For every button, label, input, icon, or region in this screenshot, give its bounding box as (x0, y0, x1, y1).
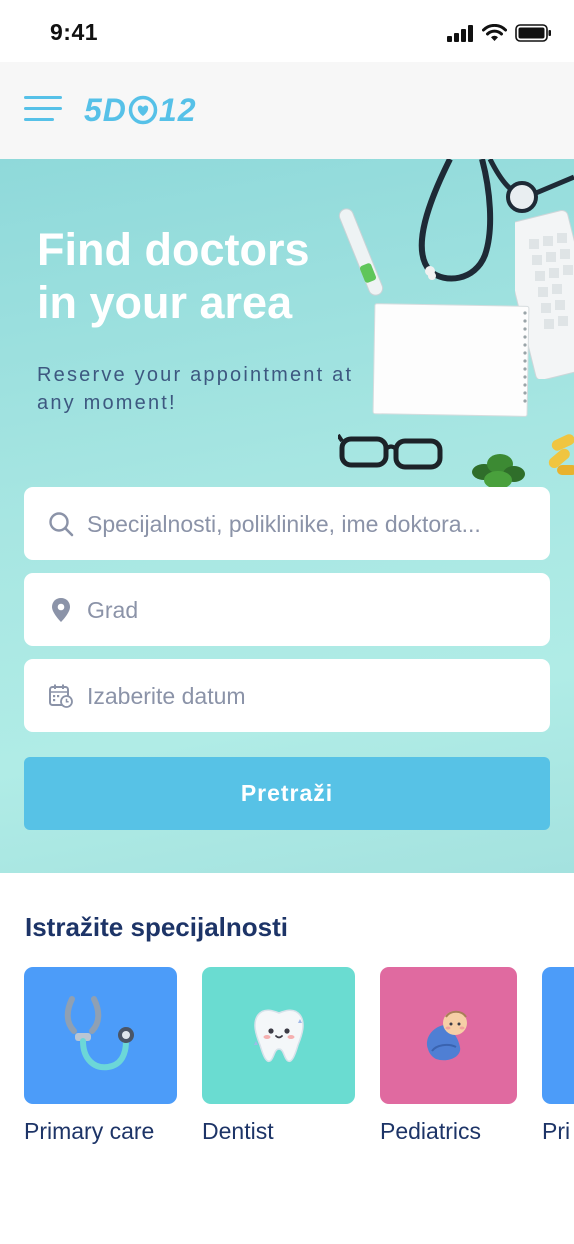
hero-subtitle: Reserve your appointment at any moment! (37, 364, 354, 414)
hero-title: Find doctors in your area (37, 224, 310, 328)
status-bar: 9:41 (0, 0, 574, 62)
logo-text-left: 5D (84, 91, 127, 128)
pills-decoration-icon (548, 434, 574, 475)
notepad-decoration-icon (372, 303, 530, 417)
battery-icon (515, 24, 551, 42)
specialty-card-dentist[interactable] (202, 967, 355, 1104)
search-icon (49, 512, 74, 537)
specialty-label-primary-care[interactable]: Primary care (24, 1118, 154, 1145)
hero-section: Find doctors in your area Reserve your a… (0, 159, 574, 873)
app-logo[interactable]: 5D 12 (84, 88, 197, 132)
heart-logo-icon (128, 95, 158, 125)
specialty-card-pediatrics[interactable] (380, 967, 517, 1104)
search-button[interactable]: Pretraži (24, 757, 550, 830)
city-placeholder: Grad (87, 597, 139, 623)
specialty-card-primary-care[interactable] (24, 967, 177, 1104)
specialty-label-next[interactable]: Pri (542, 1118, 574, 1145)
glasses-decoration-icon (338, 433, 443, 470)
location-pin-icon (52, 598, 70, 622)
date-placeholder: Izaberite datum (87, 683, 246, 709)
logo-text-right: 12 (158, 91, 197, 128)
status-icons (447, 24, 552, 42)
stethoscope-icon (64, 996, 134, 1071)
tooth-icon (254, 1009, 304, 1063)
wifi-icon (482, 24, 507, 41)
plant-decoration-icon (472, 454, 525, 489)
hamburger-menu-icon[interactable] (24, 96, 62, 124)
search-query-input[interactable]: Specijalnosti, poliklinike, ime doktora.… (24, 487, 550, 560)
calendar-icon (49, 684, 73, 708)
specialties-title: Istražite specijalnosti (25, 912, 288, 942)
city-input[interactable]: Grad (24, 573, 550, 646)
status-time: 9:41 (50, 19, 99, 45)
specialty-card-next[interactable] (542, 967, 574, 1104)
specialty-label-dentist[interactable]: Dentist (202, 1118, 274, 1145)
date-input[interactable]: Izaberite datum (24, 659, 550, 732)
signal-icon (447, 24, 473, 42)
specialty-label-pediatrics[interactable]: Pediatrics (380, 1118, 481, 1145)
app-header: 5D 12 (0, 62, 574, 159)
baby-icon (426, 1010, 467, 1061)
search-query-placeholder: Specijalnosti, poliklinike, ime doktora.… (87, 511, 481, 537)
